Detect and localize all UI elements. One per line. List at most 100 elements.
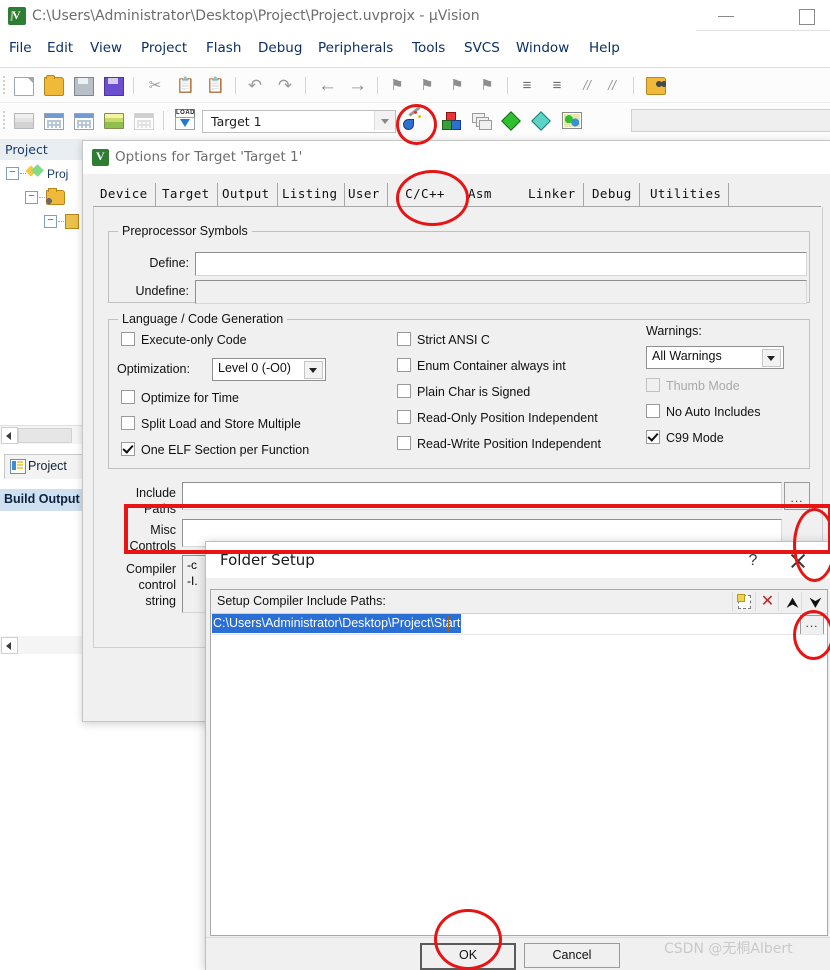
- maximize-button[interactable]: [784, 0, 830, 30]
- tab-cpp[interactable]: C/C++: [389, 183, 461, 206]
- include-path-row-2[interactable]: [212, 634, 826, 654]
- include-path-browse-button[interactable]: ...: [800, 615, 824, 635]
- run-config-wizard-icon[interactable]: [530, 110, 552, 131]
- options-for-target-icon[interactable]: [400, 106, 426, 132]
- translate-icon[interactable]: [12, 110, 34, 131]
- checkbox-split-load-and-store-multiple[interactable]: Split Load and Store Multiple: [121, 416, 301, 431]
- checkbox-box[interactable]: [397, 410, 411, 424]
- bottom-tab-build-output[interactable]: Build Output: [0, 489, 85, 511]
- checkbox-box[interactable]: [646, 404, 660, 418]
- find-in-files-icon[interactable]: [644, 75, 666, 96]
- menu-peripherals[interactable]: Peripherals: [318, 40, 393, 56]
- include-paths-browse-button[interactable]: ...: [784, 482, 810, 510]
- new-file-icon[interactable]: [12, 75, 34, 96]
- scroll-thumb[interactable]: [18, 428, 72, 443]
- copy-icon[interactable]: 📋: [174, 75, 196, 96]
- include-paths-input[interactable]: [182, 482, 782, 510]
- cancel-button[interactable]: Cancel: [524, 943, 620, 968]
- uncomment-icon[interactable]: //: [601, 75, 623, 96]
- tree-node-target[interactable]: −: [6, 188, 79, 214]
- tree-node-group[interactable]: −: [6, 214, 79, 238]
- tree-node-project[interactable]: − Proj: [6, 166, 79, 190]
- scroll-left-icon-2[interactable]: [1, 637, 18, 654]
- checkbox-box[interactable]: [121, 442, 135, 456]
- bookmark-next-icon[interactable]: ⚑: [416, 75, 438, 96]
- checkbox-box[interactable]: [397, 332, 411, 346]
- target-selector[interactable]: Target 1: [202, 110, 396, 133]
- checkbox-box[interactable]: [397, 436, 411, 450]
- checkbox-box[interactable]: [646, 430, 660, 444]
- manage-run-time-env-icon[interactable]: [560, 110, 582, 131]
- checkbox-box[interactable]: [397, 358, 411, 372]
- checkbox-box[interactable]: [121, 390, 135, 404]
- new-path-icon[interactable]: [732, 592, 756, 611]
- help-icon[interactable]: ?: [738, 549, 768, 573]
- menu-view[interactable]: View: [90, 40, 122, 56]
- tab-device[interactable]: Device: [93, 183, 156, 206]
- redo-icon[interactable]: ↷: [274, 75, 296, 96]
- move-down-icon[interactable]: ⮟: [801, 592, 825, 611]
- chevron-down-icon[interactable]: [374, 111, 395, 130]
- cut-icon[interactable]: ✂: [144, 75, 166, 96]
- comment-icon[interactable]: //: [576, 75, 598, 96]
- toolbar-grip-2[interactable]: [3, 111, 5, 129]
- menu-debug[interactable]: Debug: [258, 40, 302, 56]
- download-icon[interactable]: LOAD: [172, 108, 196, 132]
- tab-output[interactable]: Output: [215, 183, 278, 206]
- tab-utilities[interactable]: Utilities: [643, 183, 730, 206]
- checkbox-strict-ansi-c[interactable]: Strict ANSI C: [397, 332, 490, 347]
- menu-flash[interactable]: Flash: [206, 40, 241, 56]
- checkbox-execute-only-code[interactable]: Execute-only Code: [121, 332, 247, 347]
- tab-user[interactable]: User: [341, 183, 388, 206]
- project-hscrollbar[interactable]: [0, 425, 85, 444]
- tree-expander-icon[interactable]: −: [44, 215, 57, 229]
- checkbox-box[interactable]: [121, 332, 135, 346]
- checkbox-box[interactable]: [397, 384, 411, 398]
- scroll-left-icon[interactable]: [1, 427, 18, 444]
- checkbox-no-auto-includes[interactable]: No Auto Includes: [646, 404, 761, 419]
- tree-expander-icon[interactable]: −: [6, 167, 19, 181]
- define-input[interactable]: [195, 252, 807, 276]
- checkbox-plain-char-is-signed[interactable]: Plain Char is Signed: [397, 384, 530, 399]
- chevron-down-icon[interactable]: [762, 349, 781, 367]
- ok-button[interactable]: OK: [420, 943, 516, 970]
- checkbox-one-elf-section-per-function[interactable]: One ELF Section per Function: [121, 442, 309, 457]
- checkbox-box[interactable]: [121, 416, 135, 430]
- tree-expander-icon[interactable]: −: [25, 191, 38, 205]
- save-all-icon[interactable]: [102, 75, 124, 96]
- menu-file[interactable]: File: [9, 40, 32, 56]
- close-icon[interactable]: [783, 549, 813, 573]
- checkbox-read-write-position-independent[interactable]: Read-Write Position Independent: [397, 436, 601, 451]
- project-panel-tab[interactable]: Project: [0, 139, 85, 160]
- move-up-icon[interactable]: ⮝: [778, 592, 802, 611]
- minimize-button[interactable]: [704, 0, 750, 30]
- menu-window[interactable]: Window: [516, 40, 569, 56]
- build-output-hscrollbar[interactable]: [0, 636, 85, 654]
- outdent-icon[interactable]: ≡: [546, 75, 568, 96]
- menu-edit[interactable]: Edit: [47, 40, 73, 56]
- bookmark-toggle-icon[interactable]: ⚑: [386, 75, 408, 96]
- checkbox-read-only-position-independent[interactable]: Read-Only Position Independent: [397, 410, 598, 425]
- multi-project-icon[interactable]: [470, 110, 492, 131]
- undo-icon[interactable]: ↶: [244, 75, 266, 96]
- tab-linker[interactable]: Linker: [521, 183, 584, 206]
- menu-help[interactable]: Help: [589, 40, 620, 56]
- indent-icon[interactable]: ≡: [516, 75, 538, 96]
- tab-asm[interactable]: Asm: [461, 183, 499, 206]
- menu-svcs[interactable]: SVCS: [464, 40, 500, 56]
- bottom-tab-project[interactable]: Project: [4, 454, 85, 479]
- navigate-forward-icon[interactable]: →: [346, 75, 368, 96]
- optimization-select[interactable]: Level 0 (-O0): [212, 358, 326, 381]
- build-icon[interactable]: [42, 110, 64, 131]
- tab-debug[interactable]: Debug: [585, 183, 640, 206]
- checkbox-enum-container-always-int[interactable]: Enum Container always int: [397, 358, 566, 373]
- include-path-row-1[interactable]: C:\Users\Administrator\Desktop\Project\S…: [212, 614, 826, 635]
- undefine-input[interactable]: [195, 280, 807, 304]
- chevron-down-icon[interactable]: [304, 361, 323, 379]
- toolbar-grip[interactable]: [3, 76, 5, 94]
- tab-target[interactable]: Target: [155, 183, 218, 206]
- save-icon[interactable]: [72, 75, 94, 96]
- checkbox-c99-mode[interactable]: C99 Mode: [646, 430, 724, 445]
- pack-installer-icon[interactable]: [500, 110, 522, 131]
- warnings-select[interactable]: All Warnings: [646, 346, 784, 369]
